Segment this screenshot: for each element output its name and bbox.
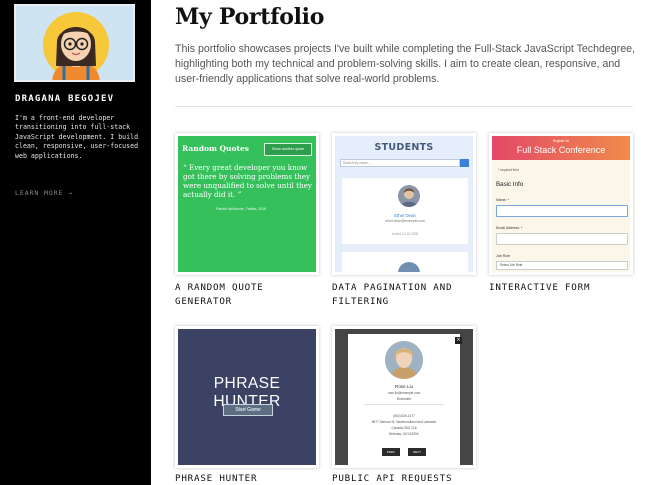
project-card-public-api[interactable]: × Rose Liu rose.liu@example.com Rocheste… [332,326,476,468]
thumb-person-address: 9877 Seneca St, Newfoundland and Labrado… [371,420,437,424]
thumb-student-email: ethel.dean@example.com [385,219,425,223]
student-avatar [398,262,420,272]
thumb-quote: “ Every great developer you know got the… [183,163,312,199]
project-card-random-quote[interactable]: Random Quotes Show another quote “ Every… [175,133,319,275]
thumb-title: Full Stack Conference [516,145,606,155]
learn-more-link[interactable]: LEARN MORE → [15,189,73,197]
thumb-student-card: Ethel Dean ethel.dean@example.com Joined… [342,178,468,244]
thumb-email-label: Email Address: * [496,226,523,230]
thumb-section-title: Basic Info [496,181,524,188]
project-label[interactable]: PHRASE HUNTER [175,472,325,485]
thumb-person-birthday: Birthday: 01/13/1994 [389,432,419,436]
thumb-person-phone: (562) 826-1477 [393,414,415,418]
thumb-person-city: Rochester [396,397,412,401]
thumb-start-button: Start Game [223,404,273,416]
thumb-student-card [342,252,468,272]
thumb-email-field [496,233,628,245]
project-thumbnail: Random Quotes Show another quote “ Every… [178,136,316,272]
intro-text: This portfolio showcases projects I've b… [175,43,635,86]
project-label[interactable]: A RANDOM QUOTE GENERATOR [175,281,325,309]
avatar-illustration [43,12,109,80]
project-card-data-pagination[interactable]: STUDENTS Search by name... Ethel Dean et… [332,133,476,275]
profile-name: DRAGANA BEGOJEV [15,94,115,104]
thumb-prev-button: PREV [382,448,400,456]
project-thumbnail: Register for Full Stack Conference * req… [492,136,630,272]
project-thumbnail: STUDENTS Search by name... Ethel Dean et… [335,136,473,272]
profile-bio: I'm a front-end developer transitioning … [15,114,139,160]
thumb-title: STUDENTS [374,142,434,153]
divider [364,404,444,405]
project-thumbnail: PHRASE HUNTER Start Game [178,329,316,465]
divider [175,106,633,107]
project-card-phrase-hunter[interactable]: PHRASE HUNTER Start Game [175,326,319,468]
thumb-required-note: * required field [498,168,519,172]
sidebar: DRAGANA BEGOJEV I'm a front-end develope… [0,0,151,485]
project-label[interactable]: PUBLIC API REQUESTS [332,472,482,485]
project-label[interactable]: INTERACTIVE FORM [489,281,639,295]
thumb-person-region: Canada G6G 2L6 [391,426,417,430]
page-title: My Portfolio [175,4,325,30]
close-icon: × [455,337,462,344]
thumb-next-button: NEXT [408,448,426,456]
thumb-title: Random Quotes [182,144,249,153]
avatar [14,4,135,82]
student-avatar [398,185,420,207]
thumb-person-name: Rose Liu [394,384,414,389]
project-label[interactable]: DATA PAGINATION AND FILTERING [332,281,482,309]
project-card-interactive-form[interactable]: Register for Full Stack Conference * req… [489,133,633,275]
thumb-name-field [496,205,628,217]
project-thumbnail: × Rose Liu rose.liu@example.com Rocheste… [335,329,473,465]
thumb-name-label: Name: * [496,198,509,202]
thumb-job-label: Job Role [496,254,511,258]
thumb-modal: × Rose Liu rose.liu@example.com Rocheste… [348,334,462,465]
thumb-person-email: rose.liu@example.com [387,391,421,395]
thumb-search-input: Search by name... [340,159,460,167]
thumb-register: Register for [552,139,570,143]
thumb-job-select: Select Job Role [496,261,628,270]
thumb-profile-photo [385,341,423,379]
thumb-button: Show another quote [264,143,312,156]
thumb-student-name: Ethel Dean [394,213,416,218]
search-icon [460,159,469,167]
thumb-source: Patrick McKenzie, Twitter, 2016 [216,207,267,211]
thumb-student-joined: Joined 12-15-2005 [391,232,419,236]
